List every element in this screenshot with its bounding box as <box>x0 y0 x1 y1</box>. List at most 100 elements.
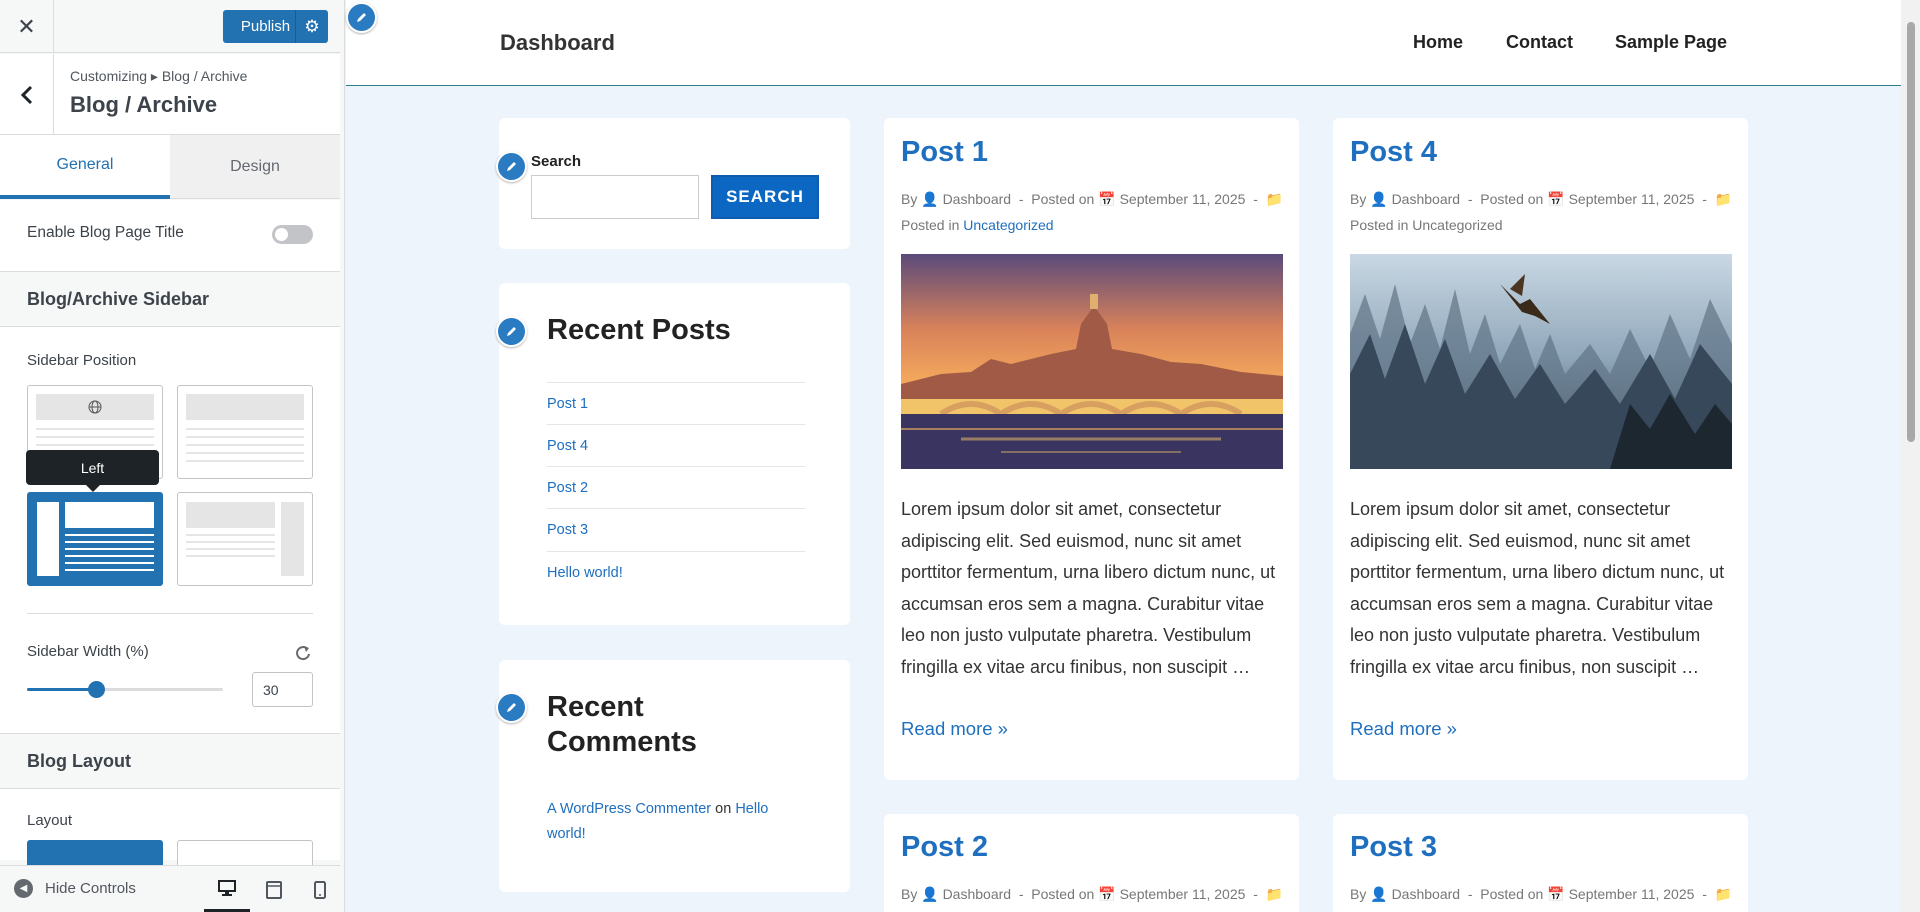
sidebar-width-slider[interactable] <box>27 681 223 698</box>
post-title[interactable]: Post 1 <box>901 136 988 169</box>
sidebar-width-input[interactable]: 30 <box>252 672 313 707</box>
post-title[interactable]: Post 3 <box>1350 831 1437 864</box>
line-shape <box>186 444 304 446</box>
category-text[interactable]: Uncategorized <box>1412 217 1502 233</box>
enable-title-toggle[interactable] <box>272 225 313 244</box>
line-shape <box>186 428 304 430</box>
line-shape <box>186 460 304 462</box>
line-shape <box>65 562 154 564</box>
line-shape <box>186 548 275 550</box>
by-text: By <box>901 191 918 207</box>
recent-comments-title: Recent Comments <box>547 691 697 758</box>
slider-fill <box>27 688 96 691</box>
post-title[interactable]: Post 4 <box>1350 136 1437 169</box>
tab-design[interactable]: Design <box>170 135 340 199</box>
search-button[interactable]: SEARCH <box>711 175 819 219</box>
sidebar-group-header[interactable]: Blog/Archive Sidebar <box>0 271 340 327</box>
reset-icon[interactable] <box>294 644 312 662</box>
close-customizer-button[interactable]: ✕ <box>0 0 54 53</box>
separator: - <box>1253 191 1258 207</box>
forest-eagle-image <box>1350 254 1732 469</box>
post-date[interactable]: September 11, 2025 <box>1120 191 1246 207</box>
user-icon: 👤 <box>1370 886 1388 902</box>
scrollbar-thumb[interactable] <box>1907 22 1915 442</box>
sidebar-option-right[interactable] <box>177 492 313 586</box>
preview-mobile-button[interactable] <box>297 866 343 912</box>
posted-in-text: Posted in <box>1350 217 1409 233</box>
post-category-meta: Posted in Uncategorized <box>1350 217 1503 233</box>
tablet-icon <box>266 880 282 899</box>
nav-contact[interactable]: Contact <box>1506 32 1573 53</box>
edit-shortcut-search[interactable] <box>496 151 527 182</box>
line-shape <box>186 555 275 557</box>
post-meta: By 👤 Dashboard - Posted on 📅 September 1… <box>901 886 1283 903</box>
calendar-icon: 📅 <box>1098 886 1116 902</box>
edit-shortcut-recent-posts[interactable] <box>496 316 527 347</box>
folder-icon: 📁 <box>1714 191 1733 207</box>
header-shape <box>186 502 275 528</box>
edit-shortcut-header[interactable] <box>346 2 377 33</box>
separator: - <box>1018 886 1024 902</box>
recent-posts-title: Recent Posts <box>547 314 731 346</box>
preview-scrollbar[interactable] <box>1902 0 1920 912</box>
author-link[interactable]: Dashboard <box>943 191 1012 207</box>
recent-post-link[interactable]: Post 3 <box>547 508 805 550</box>
calendar-icon: 📅 <box>1098 191 1116 207</box>
tab-general[interactable]: General <box>0 135 170 199</box>
customizer-footer: ◀ Hide Controls <box>0 865 340 912</box>
category-link[interactable]: Uncategorized <box>963 217 1053 233</box>
comment-author-link[interactable]: A WordPress Commenter <box>547 801 711 817</box>
nav-home[interactable]: Home <box>1413 32 1463 53</box>
post-title[interactable]: Post 2 <box>901 831 988 864</box>
slider-thumb[interactable] <box>87 681 105 698</box>
post-meta: By 👤 Dashboard - Posted on 📅 September 1… <box>901 191 1283 208</box>
blog-layout-group-header[interactable]: Blog Layout <box>0 733 340 789</box>
post-date[interactable]: September 11, 2025 <box>1569 191 1695 207</box>
post-date[interactable]: September 11, 2025 <box>1569 886 1695 902</box>
read-more-link[interactable]: Read more » <box>1350 718 1457 740</box>
post-featured-image[interactable] <box>1350 254 1732 469</box>
sidebar-option-none[interactable] <box>177 385 313 479</box>
publish-settings-button[interactable]: ⚙ <box>295 10 328 43</box>
preview-tablet-button[interactable] <box>251 866 297 912</box>
author-link[interactable]: Dashboard <box>1392 886 1461 902</box>
search-input[interactable] <box>531 175 699 219</box>
line-shape <box>186 452 304 454</box>
post-excerpt: Lorem ipsum dolor sit amet, consectetur … <box>1350 494 1732 683</box>
recent-post-link[interactable]: Post 1 <box>547 382 805 424</box>
site-title[interactable]: Dashboard <box>500 30 615 56</box>
user-icon: 👤 <box>1370 191 1388 207</box>
gear-icon: ⚙ <box>304 16 320 36</box>
city-sunset-image <box>901 254 1283 469</box>
folder-icon: 📁 <box>1714 886 1733 902</box>
posted-on-text: Posted on <box>1480 886 1544 902</box>
excerpt-line: accumsan eros sem a magna. Curabitur vit… <box>1350 593 1714 614</box>
recent-post-link[interactable]: Post 4 <box>547 424 805 466</box>
user-icon: 👤 <box>921 886 939 902</box>
author-link[interactable]: Dashboard <box>1392 191 1461 207</box>
desktop-icon <box>218 879 236 896</box>
line-shape <box>186 541 275 543</box>
sidebar-option-left[interactable] <box>27 492 163 586</box>
post-date[interactable]: September 11, 2025 <box>1120 886 1246 902</box>
author-link[interactable]: Dashboard <box>943 886 1012 902</box>
preview-desktop-button[interactable] <box>204 866 250 912</box>
line-shape <box>36 444 154 446</box>
edit-shortcut-recent-comments[interactable] <box>496 692 527 723</box>
hide-controls-button[interactable]: ◀ Hide Controls <box>14 879 136 898</box>
nav-sample-page[interactable]: Sample Page <box>1615 32 1727 53</box>
read-more-link[interactable]: Read more » <box>901 718 1008 740</box>
recent-post-link[interactable]: Hello world! <box>547 551 805 593</box>
excerpt-line: porttitor fermentum, urna libero dictum … <box>901 562 1276 582</box>
excerpt-line: porttitor fermentum, urna libero dictum … <box>1350 562 1725 582</box>
search-label: Search <box>531 153 582 170</box>
excerpt-line: accumsan eros sem a magna. Curabitur vit… <box>901 593 1265 614</box>
post-featured-image[interactable] <box>901 254 1283 469</box>
recent-post-link[interactable]: Post 2 <box>547 466 805 508</box>
folder-icon: 📁 <box>1265 191 1284 207</box>
line-shape <box>186 534 275 536</box>
back-button[interactable] <box>0 54 54 135</box>
pencil-icon <box>507 703 516 712</box>
posted-on-text: Posted on <box>1031 886 1095 902</box>
excerpt-line: Lorem ipsum dolor sit amet, consectetur <box>901 499 1222 519</box>
